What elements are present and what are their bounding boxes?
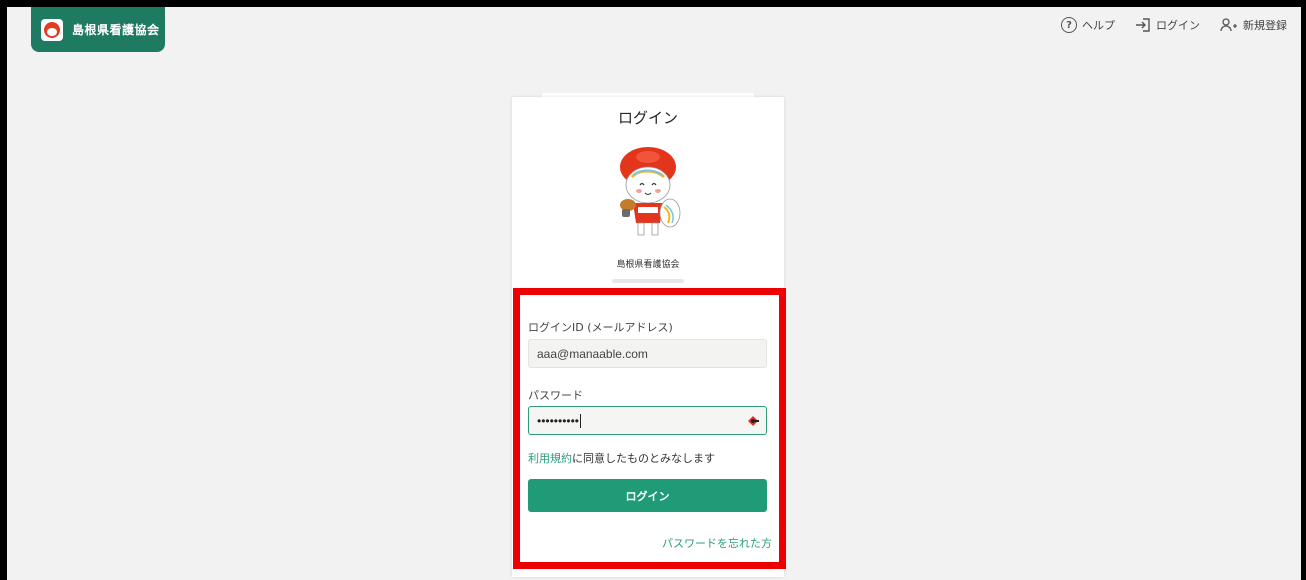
top-navigation: ? ヘルプ ログイン 新規登録 [1061, 17, 1287, 33]
nav-login-label: ログイン [1156, 19, 1200, 32]
login-title: ログイン [617, 109, 678, 127]
mascot-image [620, 147, 681, 236]
login-arrow-icon [1135, 18, 1151, 32]
nav-login[interactable]: ログイン [1135, 17, 1200, 33]
org-subtitle-faded [612, 279, 684, 283]
screenshot-frame-left [0, 0, 7, 580]
nav-help[interactable]: ? ヘルプ [1061, 17, 1115, 33]
nav-register[interactable]: 新規登録 [1220, 17, 1287, 33]
nav-help-label: ヘルプ [1082, 19, 1115, 32]
brand-name: 島根県看護協会 [72, 23, 160, 37]
user-add-icon [1220, 18, 1238, 32]
help-circle-icon: ? [1061, 17, 1077, 33]
nav-register-label: 新規登録 [1243, 19, 1287, 32]
screenshot-frame-top [0, 0, 1306, 7]
brand-logo-icon [41, 18, 63, 41]
highlight-annotation-box [513, 288, 786, 569]
screenshot-frame-right [1301, 0, 1306, 580]
brand-home-link[interactable]: 島根県看護協会 [31, 7, 165, 52]
org-name: 島根県看護協会 [616, 260, 680, 270]
